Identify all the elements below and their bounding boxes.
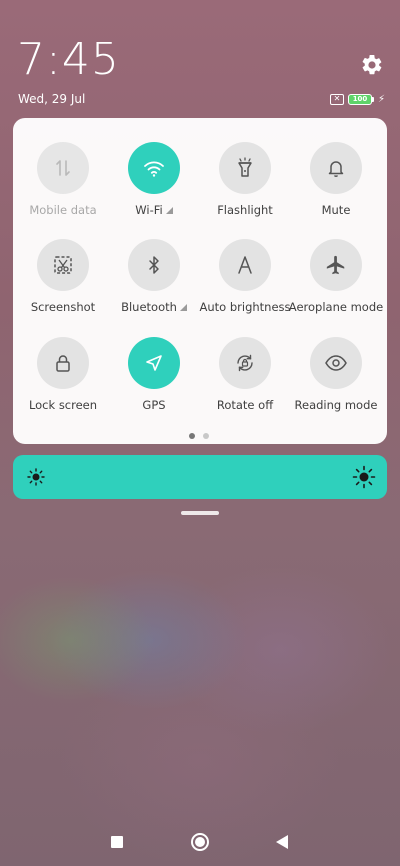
tile-circle[interactable] xyxy=(310,142,362,194)
location-arrow-icon xyxy=(146,355,162,371)
charging-icon: ⚡ xyxy=(378,93,386,105)
home-circle-icon[interactable] xyxy=(191,833,209,851)
tile-circle[interactable] xyxy=(128,142,180,194)
home-circle-inner xyxy=(195,837,205,847)
tile-bluetooth[interactable]: Bluetooth xyxy=(108,239,200,329)
screenshot-icon xyxy=(54,256,72,274)
auto-brightness-icon xyxy=(238,256,252,274)
expand-triangle-icon xyxy=(179,303,187,311)
tile-circle[interactable] xyxy=(37,337,89,389)
tile-label: Screenshot xyxy=(30,300,96,314)
bell-icon xyxy=(328,161,344,178)
tile-rotate-off[interactable]: Rotate off xyxy=(199,337,291,427)
quick-settings-panel: Mobile data Wi-Fi Flashlight Mute Screen… xyxy=(13,118,387,444)
tile-circle[interactable] xyxy=(219,239,271,291)
sim-off-icon: ✕ xyxy=(330,93,344,105)
tile-label: Rotate off xyxy=(216,398,274,412)
tile-circle[interactable] xyxy=(128,239,180,291)
page-dot[interactable] xyxy=(203,433,209,439)
tile-circle[interactable] xyxy=(219,142,271,194)
battery-level: 100 xyxy=(348,93,372,105)
status-icons: ✕ 100 ⚡ xyxy=(330,92,385,106)
wifi-icon xyxy=(144,161,164,177)
rotate-lock-icon xyxy=(237,354,253,372)
brightness-slider[interactable] xyxy=(13,455,387,499)
tile-circle[interactable] xyxy=(128,337,180,389)
tile-flashlight[interactable]: Flashlight xyxy=(199,142,291,232)
tile-label: Lock screen xyxy=(28,398,98,412)
tile-circle[interactable] xyxy=(37,142,89,194)
drag-handle[interactable] xyxy=(181,511,219,515)
tile-aeroplane-mode[interactable]: Aeroplane mode xyxy=(288,239,384,329)
eye-icon xyxy=(325,355,347,371)
tile-label: Auto brightness xyxy=(199,300,291,314)
tile-label: Mobile data xyxy=(29,203,97,217)
tile-mobile-data[interactable]: Mobile data xyxy=(17,142,109,232)
tile-gps[interactable]: GPS xyxy=(108,337,200,427)
bluetooth-icon xyxy=(149,256,159,274)
tile-lock-screen[interactable]: Lock screen xyxy=(17,337,109,427)
recents-square-icon[interactable] xyxy=(111,836,123,848)
page-dot-active[interactable] xyxy=(189,433,195,439)
tile-label: GPS xyxy=(142,398,166,412)
tile-wifi[interactable]: Wi-Fi xyxy=(108,142,200,232)
tile-label: Aeroplane mode xyxy=(288,300,384,314)
tile-circle[interactable] xyxy=(219,337,271,389)
tile-auto-brightness[interactable]: Auto brightness xyxy=(199,239,291,329)
tile-label: Flashlight xyxy=(217,203,273,217)
tile-circle[interactable] xyxy=(310,239,362,291)
battery-icon: 100 xyxy=(348,93,374,105)
back-triangle-icon[interactable] xyxy=(276,835,288,849)
flashlight-icon xyxy=(238,157,252,177)
brightness-high-icon xyxy=(352,465,376,489)
page-indicator xyxy=(189,433,209,439)
airplane-icon xyxy=(326,255,345,275)
date-text[interactable]: Wed, 29 Jul xyxy=(18,92,85,106)
tile-circle[interactable] xyxy=(310,337,362,389)
brightness-low-icon xyxy=(27,468,45,486)
lock-icon xyxy=(56,355,70,372)
tile-screenshot[interactable]: Screenshot xyxy=(17,239,109,329)
tile-label: Bluetooth xyxy=(121,300,177,314)
tile-mute[interactable]: Mute xyxy=(290,142,382,232)
tile-label: Reading mode xyxy=(294,398,378,412)
mobile-data-icon xyxy=(56,160,70,176)
gear-icon[interactable] xyxy=(360,53,384,77)
battery-tip xyxy=(372,96,374,102)
clock-time[interactable]: 7:45 xyxy=(17,34,120,85)
expand-triangle-icon xyxy=(165,206,173,214)
tile-circle[interactable] xyxy=(37,239,89,291)
tile-label: Wi-Fi xyxy=(135,203,163,217)
tile-reading-mode[interactable]: Reading mode xyxy=(290,337,382,427)
tile-label: Mute xyxy=(321,203,351,217)
